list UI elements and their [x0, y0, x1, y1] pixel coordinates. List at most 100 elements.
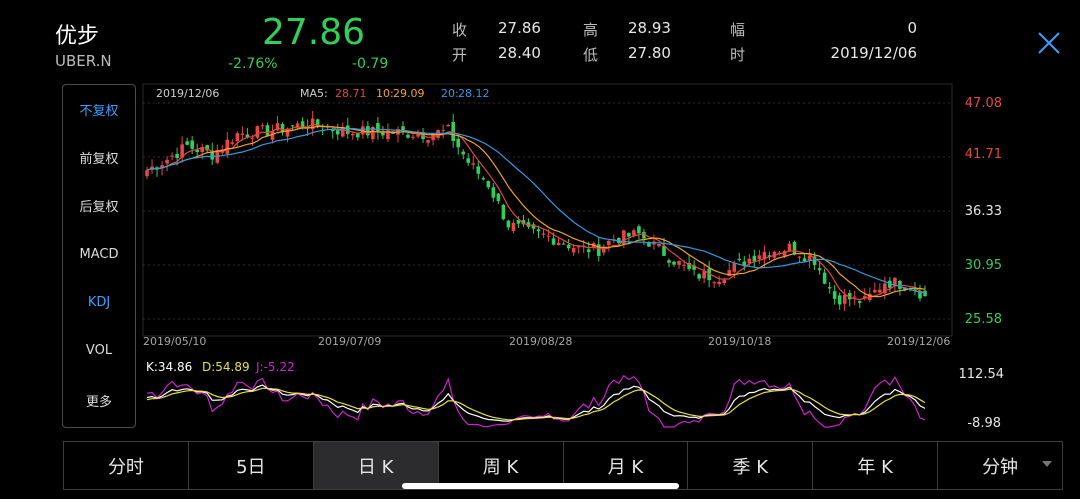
kdj-j-line: [146, 374, 926, 428]
candle-body: [677, 261, 681, 265]
candle-body: [546, 235, 551, 237]
y-tick-label: 41.71: [965, 147, 1002, 162]
candle-body: [476, 166, 481, 174]
tab-quarterly-k[interactable]: 季 K: [688, 442, 814, 489]
candle-body: [722, 279, 727, 284]
candle-body: [697, 274, 701, 279]
chart-date-label: 2019/12/06: [156, 87, 219, 100]
candle-body: [225, 139, 230, 154]
candle-body: [456, 138, 460, 148]
candle-body: [571, 247, 576, 253]
candle-body: [491, 187, 496, 198]
tab-label: 年 K: [857, 456, 893, 478]
candle-body: [175, 153, 179, 159]
tab-label: 5日: [236, 456, 266, 478]
candle-body: [461, 151, 466, 155]
y-tick-label: 30.95: [965, 258, 1002, 273]
candle-body: [145, 170, 149, 177]
candle-body: [632, 230, 636, 236]
candle-body: [376, 123, 380, 133]
kdj-d-label: D:54.89: [202, 360, 250, 374]
candle-body: [170, 155, 174, 157]
candle-body: [290, 125, 295, 127]
candle-body: [481, 178, 486, 180]
candle-body: [717, 282, 722, 285]
candle-body: [260, 125, 265, 127]
candle-body: [827, 287, 832, 289]
candle-body: [787, 243, 792, 252]
kdj-max-label: 112.54: [959, 367, 1005, 382]
candle-body: [511, 222, 516, 231]
candle-body: [586, 249, 591, 253]
x-tick-label: 2019/12/06: [887, 335, 950, 348]
candle-body: [923, 290, 927, 297]
kdj-k-label: K:34.86: [146, 360, 192, 374]
candle-body: [817, 268, 822, 271]
candle-body: [230, 142, 235, 144]
tab-5day[interactable]: 5日: [189, 442, 314, 489]
candle-body: [345, 125, 350, 134]
tab-weekly-k[interactable]: 周 K: [439, 442, 564, 489]
candle-body: [471, 163, 476, 165]
y-tick-label: 47.08: [965, 96, 1002, 111]
candle-body: [536, 229, 541, 232]
kdj-d-line: [146, 387, 926, 421]
tab-label: 日 K: [357, 456, 394, 478]
kline-chart[interactable]: 2019/12/06 MA5: 28.71 10: 29.09 20: 28.1…: [0, 0, 1080, 440]
candle-body: [857, 301, 862, 303]
kdj-lines: [146, 374, 926, 428]
candle-body: [556, 242, 561, 246]
tab-label: 月 K: [607, 456, 644, 478]
candle-body: [832, 291, 837, 299]
candle-body: [350, 133, 355, 136]
candle-body: [732, 263, 737, 272]
y-tick-label: 25.58: [965, 312, 1002, 327]
ma10-line: [146, 125, 926, 298]
ma5-line: [146, 124, 926, 301]
x-tick-label: 2019/08/28: [509, 335, 572, 348]
candle-body: [551, 238, 556, 245]
candle-body: [190, 140, 194, 149]
tab-minute[interactable]: 分钟: [938, 442, 1062, 489]
candle-body: [566, 244, 571, 249]
ma5-label: MA5:: [300, 87, 328, 100]
candle-body: [466, 158, 471, 163]
candle-body: [561, 243, 566, 245]
candle-body: [446, 124, 450, 127]
candle-body: [672, 261, 676, 265]
chart-grid: [143, 102, 952, 320]
candle-body: [426, 139, 430, 143]
candle-body: [441, 129, 445, 131]
candle-body: [792, 241, 797, 255]
candle-body: [501, 204, 506, 220]
chevron-down-icon[interactable]: [1042, 461, 1052, 467]
home-indicator: [402, 483, 679, 489]
candle-body: [335, 130, 340, 135]
tab-label: 周 K: [482, 456, 519, 478]
kdj-j-label: J:-5.22: [255, 360, 295, 374]
ma20-value: 28.12: [458, 87, 490, 100]
tab-daily-k[interactable]: 日 K: [313, 442, 439, 489]
candle-body: [506, 220, 511, 228]
candle-body: [637, 226, 641, 234]
candle-body: [381, 132, 385, 136]
candle-body: [240, 133, 245, 135]
candle-body: [852, 296, 857, 298]
candle-body: [541, 233, 546, 235]
moving-average-lines: [146, 124, 926, 301]
ma10-label: 10:: [376, 87, 394, 100]
kdj-k-line: [146, 384, 926, 422]
candle-body: [667, 260, 671, 263]
tab-intraday[interactable]: 分时: [64, 442, 189, 489]
candle-body: [757, 255, 762, 260]
candle-body: [185, 141, 189, 145]
x-tick-label: 2019/05/10: [143, 335, 206, 348]
tab-yearly-k[interactable]: 年 K: [813, 442, 939, 489]
candle-body: [406, 134, 410, 138]
candle-body: [878, 289, 882, 293]
ma10-value: 29.09: [393, 87, 425, 100]
candle-body: [837, 295, 842, 305]
ma20-label: 20:: [441, 87, 459, 100]
tab-monthly-k[interactable]: 月 K: [564, 442, 689, 489]
candle-body: [627, 232, 631, 237]
